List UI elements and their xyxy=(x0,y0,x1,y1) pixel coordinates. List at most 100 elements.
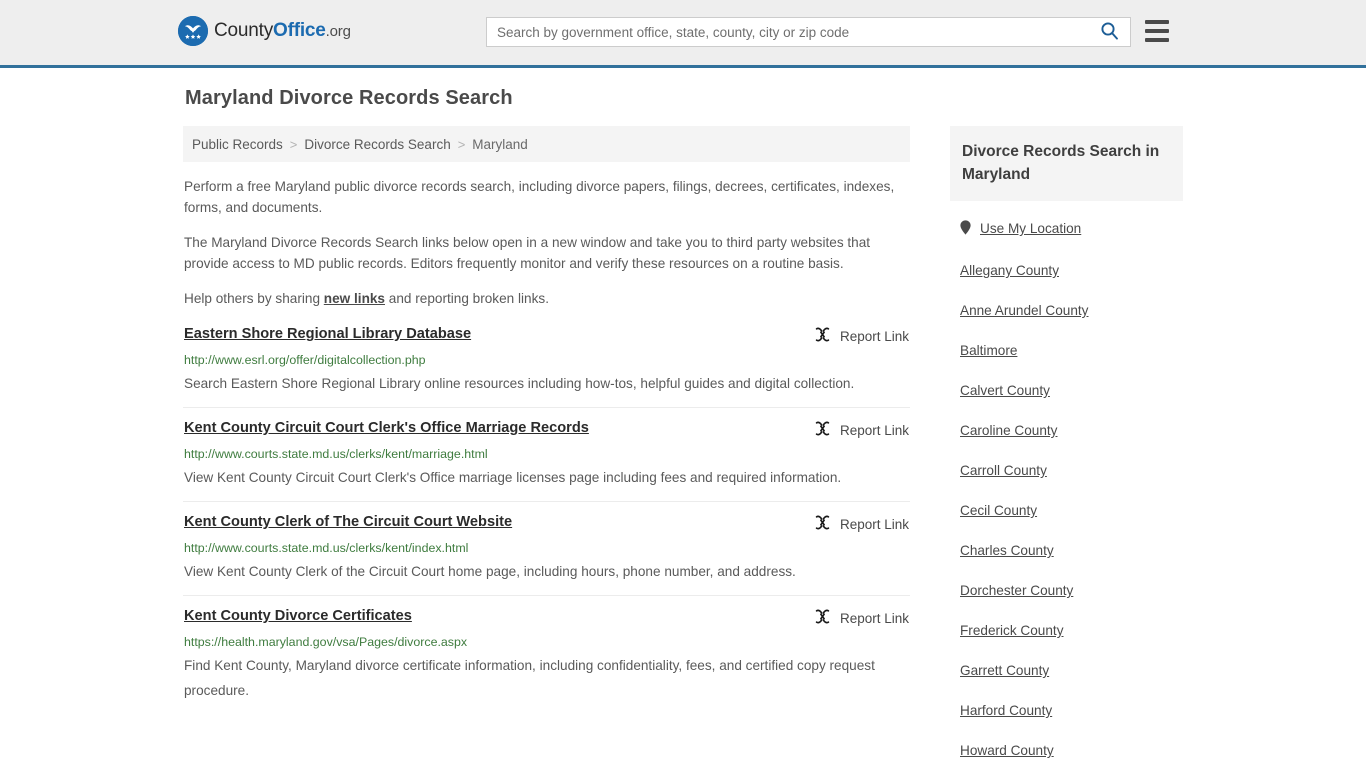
sidebar-list-item: Harford County xyxy=(960,702,1183,720)
sidebar-list-item: Cecil County xyxy=(960,502,1183,520)
sidebar-title: Divorce Records Search in Maryland xyxy=(962,143,1160,183)
broken-link-icon xyxy=(814,420,831,440)
intro-p3-after: and reporting broken links. xyxy=(385,291,549,306)
report-link-label: Report Link xyxy=(839,610,909,626)
intro-p3-before: Help others by sharing xyxy=(184,291,324,306)
sidebar-list-item: Calvert County xyxy=(960,382,1183,400)
breadcrumb-item-1[interactable]: Divorce Records Search xyxy=(304,137,450,152)
main-content: Public Records > Divorce Records Search > Ma… xyxy=(183,126,910,714)
result-title-link[interactable]: Kent County Circuit Court Clerk's Office… xyxy=(184,419,589,438)
result-item: Kent County Circuit Court Clerk's Office… xyxy=(183,407,910,501)
hamburger-bar xyxy=(1145,29,1169,33)
brand-part-county: County xyxy=(214,20,274,41)
report-link-button[interactable]: Report Link xyxy=(814,514,909,534)
map-pin-icon xyxy=(960,220,971,235)
search-bar xyxy=(486,17,1131,47)
report-link-button[interactable]: Report Link xyxy=(814,608,909,628)
broken-link-icon xyxy=(814,326,831,346)
sidebar-item-cecil-county[interactable]: Cecil County xyxy=(960,503,1037,518)
sidebar-list-item: Dorchester County xyxy=(960,582,1183,600)
sidebar-item-anne-arundel-county[interactable]: Anne Arundel County xyxy=(960,303,1088,318)
breadcrumb: Public Records > Divorce Records Search > Ma… xyxy=(183,126,910,162)
sidebar-list-item: Carroll County xyxy=(960,462,1183,480)
sidebar-item-use-my-location[interactable]: Use My Location xyxy=(960,220,1082,236)
page-title: Maryland Divorce Records Search xyxy=(185,87,513,109)
result-url[interactable]: http://www.courts.state.md.us/clerks/ken… xyxy=(184,446,909,462)
sidebar-item-label: Baltimore xyxy=(960,343,1018,358)
result-description: View Kent County Circuit Court Clerk's O… xyxy=(184,470,842,485)
eagle-stars-emblem-icon xyxy=(178,16,208,46)
search-input[interactable] xyxy=(487,18,1088,46)
sidebar-list-item: Baltimore xyxy=(960,342,1183,360)
sidebar-item-calvert-county[interactable]: Calvert County xyxy=(960,383,1050,398)
result-url[interactable]: https://health.maryland.gov/vsa/Pages/di… xyxy=(184,634,909,650)
sidebar-item-caroline-county[interactable]: Caroline County xyxy=(960,423,1057,438)
sidebar-list-item: Howard County xyxy=(960,742,1183,760)
result-item: Kent County Clerk of The Circuit Court W… xyxy=(183,501,910,595)
result-title-link[interactable]: Kent County Clerk of The Circuit Court W… xyxy=(184,513,512,532)
sidebar-item-label: Caroline County xyxy=(960,423,1058,438)
sidebar-item-charles-county[interactable]: Charles County xyxy=(960,543,1054,558)
result-description: Find Kent County, Maryland divorce certi… xyxy=(184,658,875,698)
sidebar-list-item: Garrett County xyxy=(960,662,1183,680)
result-title-link[interactable]: Eastern Shore Regional Library Database xyxy=(184,325,471,344)
sidebar-item-carroll-county[interactable]: Carroll County xyxy=(960,463,1047,478)
report-link-label: Report Link xyxy=(839,516,909,532)
results-list: Eastern Shore Regional Library Database R… xyxy=(183,323,910,714)
sidebar-item-label: Dorchester County xyxy=(960,583,1074,598)
result-url[interactable]: http://www.courts.state.md.us/clerks/ken… xyxy=(184,540,909,556)
intro-text: Perform a free Maryland public divorce r… xyxy=(183,176,910,309)
sidebar-item-harford-county[interactable]: Harford County xyxy=(960,703,1052,718)
report-link-label: Report Link xyxy=(839,422,909,438)
result-description: View Kent County Clerk of the Circuit Co… xyxy=(184,564,796,579)
breadcrumb-item-0[interactable]: Public Records xyxy=(192,137,283,152)
sidebar-item-frederick-county[interactable]: Frederick County xyxy=(960,623,1064,638)
result-item: Eastern Shore Regional Library Database R… xyxy=(183,323,910,407)
sidebar-list-item: Charles County xyxy=(960,542,1183,560)
broken-link-icon xyxy=(814,514,831,534)
result-header: Kent County Circuit Court Clerk's Office… xyxy=(184,419,909,440)
result-url[interactable]: http://www.esrl.org/offer/digitalcollect… xyxy=(184,352,909,368)
sidebar-item-baltimore[interactable]: Baltimore xyxy=(960,343,1017,358)
result-header: Kent County Divorce Certificates Report L… xyxy=(184,607,909,628)
sidebar-list-item: Caroline County xyxy=(960,422,1183,440)
sidebar-item-label: Calvert County xyxy=(960,383,1050,398)
new-links-link[interactable]: new links xyxy=(324,291,385,306)
sidebar-list-item: Allegany County xyxy=(960,262,1183,280)
sidebar-item-label: Howard County xyxy=(960,743,1054,758)
sidebar-county-list: Use My Location Allegany County Anne Arund… xyxy=(950,220,1183,768)
sidebar-list-item: Frederick County xyxy=(960,622,1183,640)
intro-paragraph-2: The Maryland Divorce Records Search link… xyxy=(184,235,871,271)
result-header: Eastern Shore Regional Library Database R… xyxy=(184,325,909,346)
sidebar-item-howard-county[interactable]: Howard County xyxy=(960,743,1054,758)
brand-part-office: Office xyxy=(273,20,326,41)
intro-paragraph-3: Help others by sharing new links and rep… xyxy=(183,288,910,309)
sidebar-item-label: Cecil County xyxy=(960,503,1038,518)
page-container: Maryland Divorce Records Search Public R… xyxy=(183,68,1183,768)
hamburger-menu-icon[interactable] xyxy=(1145,20,1169,42)
report-link-label: Report Link xyxy=(839,328,909,344)
hamburger-bar xyxy=(1145,20,1169,24)
result-header: Kent County Clerk of The Circuit Court W… xyxy=(184,513,909,534)
site-header: CountyOffice.org xyxy=(0,0,1366,68)
report-link-button[interactable]: Report Link xyxy=(814,326,909,346)
intro-paragraph-1: Perform a free Maryland public divorce r… xyxy=(184,179,895,215)
site-logo-link[interactable]: CountyOffice.org xyxy=(178,16,351,46)
brand-part-org: .org xyxy=(325,23,351,40)
sidebar-item-label: Garrett County xyxy=(960,663,1050,678)
breadcrumb-separator: > xyxy=(289,136,298,152)
search-button[interactable] xyxy=(1088,18,1130,46)
result-title-link[interactable]: Kent County Divorce Certificates xyxy=(184,607,412,626)
search-icon xyxy=(1100,21,1119,43)
sidebar-item-dorchester-county[interactable]: Dorchester County xyxy=(960,583,1073,598)
report-link-button[interactable]: Report Link xyxy=(814,420,909,440)
sidebar-list-item: Use My Location xyxy=(960,220,1183,241)
sidebar-item-label: Harford County xyxy=(960,703,1053,718)
hamburger-bar xyxy=(1145,38,1169,42)
broken-link-icon xyxy=(814,608,831,628)
sidebar-item-label: Use My Location xyxy=(980,221,1082,236)
sidebar-item-allegany-county[interactable]: Allegany County xyxy=(960,263,1059,278)
sidebar-item-garrett-county[interactable]: Garrett County xyxy=(960,663,1049,678)
sidebar-item-label: Carroll County xyxy=(960,463,1047,478)
sidebar-item-label: Frederick County xyxy=(960,623,1064,638)
